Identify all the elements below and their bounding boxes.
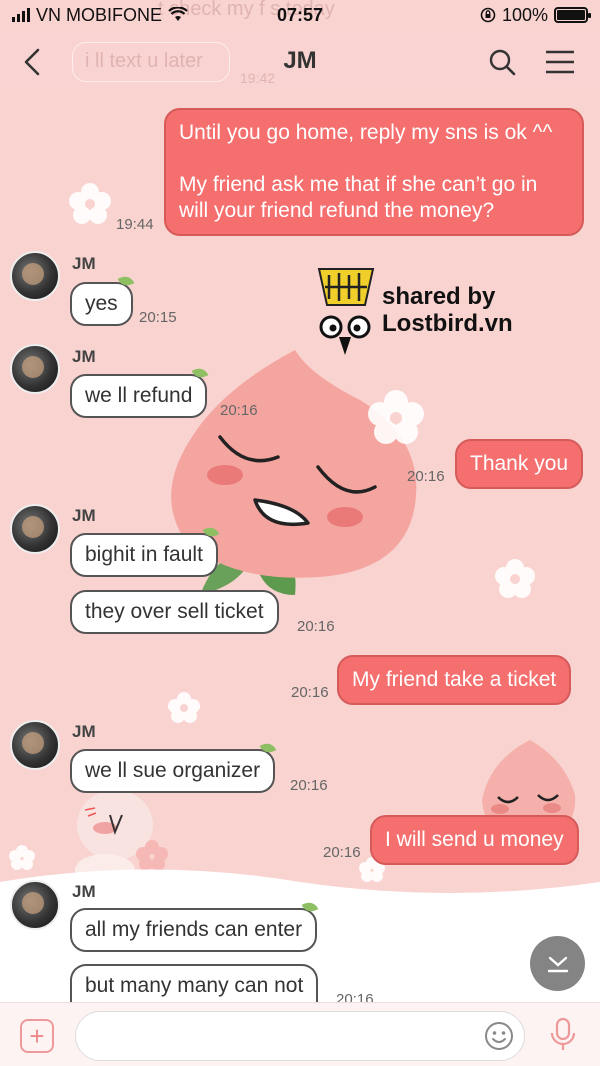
message-time: 20:15 — [139, 309, 177, 326]
emoji-icon[interactable] — [484, 1021, 514, 1051]
battery-percent: 100% — [501, 4, 548, 25]
search-button[interactable] — [482, 42, 522, 82]
message-time: 20:16 — [220, 402, 258, 419]
carrier-label: VN MOBIFONE — [36, 4, 163, 25]
message-bubble-outgoing[interactable]: Until you go home, reply my sns is ok ^^… — [164, 108, 584, 236]
message-time: 20:16 — [297, 618, 335, 635]
message-text: I will send u money — [385, 828, 564, 851]
faded-later-text: i ll text u later — [85, 50, 203, 72]
message-bubble-incoming[interactable]: we ll refund — [70, 374, 208, 418]
microphone-icon[interactable] — [548, 1017, 578, 1053]
sender-name: JM — [72, 254, 96, 273]
message-line-blank — [179, 146, 569, 172]
message-time: 20:16 — [407, 468, 445, 485]
sender-name: JM — [72, 347, 96, 366]
lostbird-logo-icon — [317, 268, 375, 355]
faded-later-bubble: i ll text u later — [72, 42, 230, 82]
message-bubble-outgoing[interactable]: Thank you — [455, 439, 584, 489]
message-bubble-incoming[interactable]: they over sell ticket — [70, 590, 279, 634]
chat-title: JM — [283, 47, 317, 74]
message-bubble-outgoing[interactable]: I will send u money — [370, 815, 579, 865]
orientation-lock-icon — [480, 7, 496, 23]
scroll-to-bottom-button[interactable] — [530, 936, 585, 991]
message-text: we ll sue organizer — [85, 759, 261, 782]
avatar[interactable] — [10, 344, 60, 394]
message-bubble-incoming[interactable]: bighit in fault — [70, 533, 218, 577]
watermark-line1: shared by — [382, 283, 496, 310]
menu-button[interactable] — [540, 42, 580, 82]
chat-header: i ll text u later 19:42 JM — [0, 30, 600, 92]
message-time: 20:16 — [323, 844, 361, 861]
chevron-left-icon — [24, 48, 40, 76]
message-time: 20:16 — [336, 991, 374, 1002]
message-bubble-incoming[interactable]: yes — [70, 282, 133, 326]
message-text: all my friends can enter — [85, 918, 303, 941]
bunny-character-illustration — [75, 790, 153, 886]
add-attachment-button[interactable]: + — [20, 1019, 54, 1053]
message-bubble-incoming[interactable]: but many many can not — [70, 964, 319, 1002]
message-text: yes — [85, 292, 118, 315]
avatar[interactable] — [10, 720, 60, 770]
sender-name: JM — [72, 506, 96, 525]
avatar[interactable] — [10, 504, 60, 554]
message-input-box — [75, 1011, 525, 1061]
status-time: 07:57 — [276, 4, 324, 25]
watermark-line2: Lostbird.vn — [382, 310, 513, 337]
message-text: My friend take a ticket — [352, 668, 557, 691]
watermark-text: shared by Lostbird.vn — [382, 283, 513, 337]
message-text: bighit in fault — [85, 543, 203, 566]
message-input[interactable] — [76, 1012, 466, 1058]
battery-fill — [557, 10, 585, 20]
message-bubble-incoming[interactable]: we ll sue organizer — [70, 749, 276, 793]
message-text: we ll refund — [85, 384, 193, 407]
message-line: Until you go home, reply my sns is ok ^^ — [179, 121, 553, 144]
battery-icon — [554, 7, 591, 23]
plus-icon: + — [29, 1021, 45, 1051]
message-bubble-outgoing[interactable]: My friend take a ticket — [337, 655, 572, 705]
message-time: 20:16 — [290, 777, 328, 794]
avatar[interactable] — [10, 880, 60, 930]
search-icon — [489, 49, 516, 76]
status-right: 100% — [480, 4, 591, 26]
message-bubble-incoming[interactable]: all my friends can enter — [70, 908, 318, 952]
wifi-icon — [168, 7, 188, 21]
chevron-down-icon — [547, 956, 568, 972]
message-line: My friend ask me that if she can’t go in — [179, 173, 538, 196]
message-text: Thank you — [470, 452, 569, 475]
message-time: 20:16 — [291, 684, 329, 701]
status-bar: VN MOBIFONE 07:57 100% — [0, 0, 600, 30]
message-composer: + — [0, 1002, 600, 1066]
sender-name: JM — [72, 882, 96, 901]
sender-name: JM — [72, 722, 96, 741]
hamburger-menu-icon — [546, 50, 574, 74]
signal-icon — [12, 8, 30, 22]
avatar[interactable] — [10, 251, 60, 301]
message-line: will your friend refund the money? — [179, 199, 495, 222]
message-time: 19:44 — [116, 216, 154, 233]
faded-later-time: 19:42 — [240, 70, 276, 86]
status-left: VN MOBIFONE — [12, 5, 188, 26]
back-button[interactable] — [12, 42, 52, 82]
message-text: but many many can not — [85, 974, 304, 997]
message-text: they over sell ticket — [85, 600, 264, 623]
